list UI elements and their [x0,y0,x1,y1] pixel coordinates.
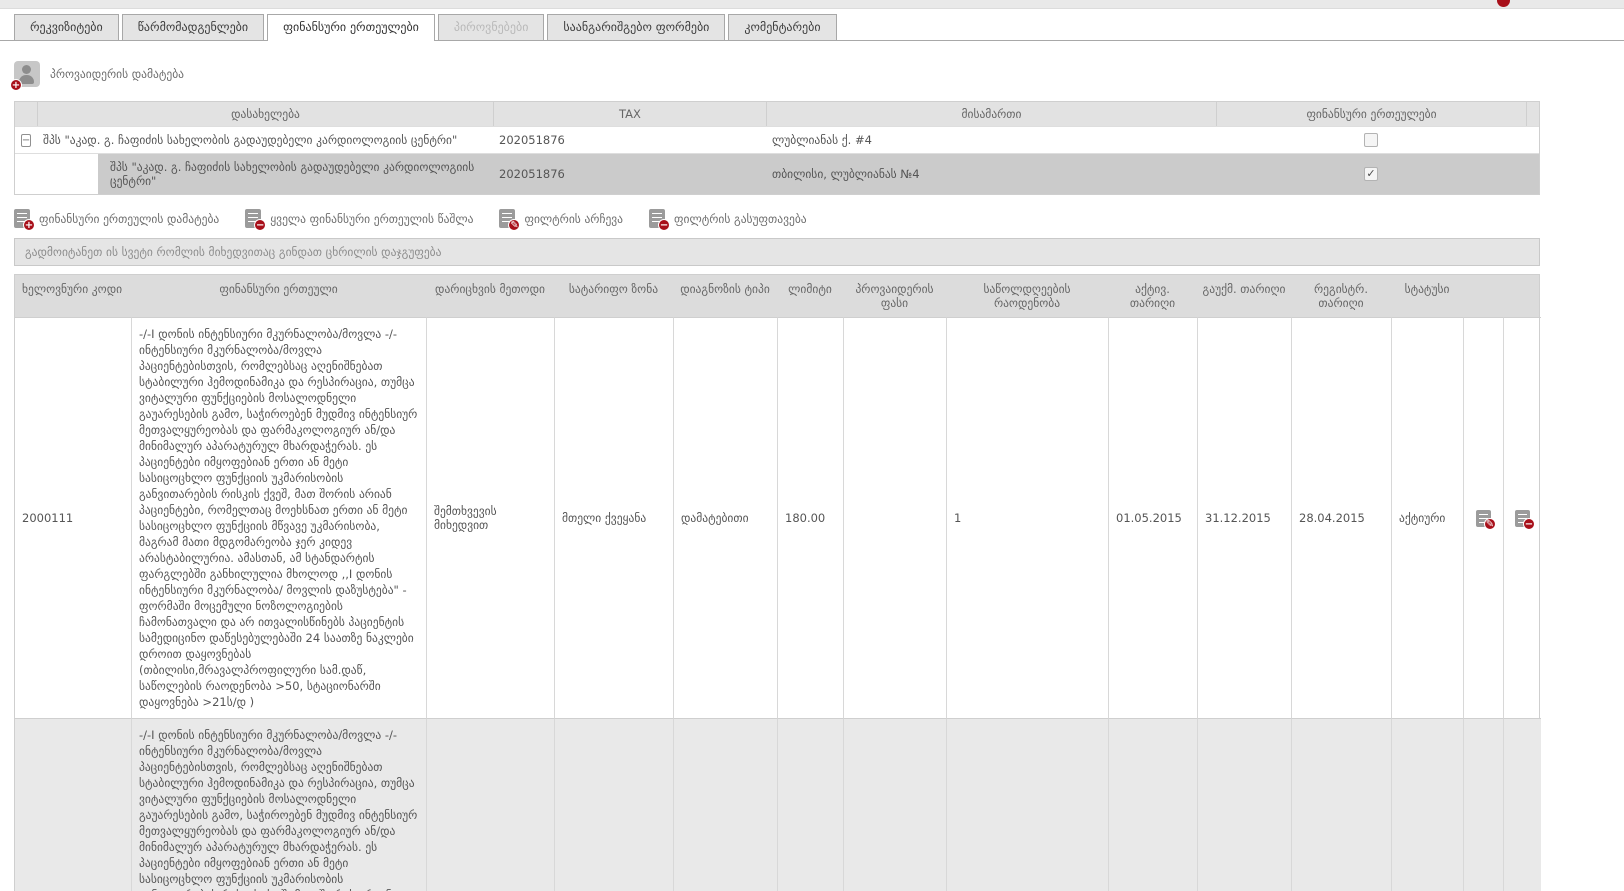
financial-units-table-header: ხელოვნური კოდი ფინანსური ერთეული დარიცხვ… [15,275,1539,317]
cell-bed-days: 1 [946,718,1108,891]
col-header-register-date[interactable]: რეგისტრ. თარიღი [1291,275,1391,317]
provider-name: შპს "აკად. გ. ჩაფიძის სახელობის გადაუდებ… [37,153,493,194]
col-header-address: მისამართი [766,102,1216,126]
provider-subrow[interactable]: შპს "აკად. გ. ჩაფიძის სახელობის გადაუდებ… [15,153,1539,194]
cell-unit: -/-I დონის ინტენსიური მკურნალობა/მოვლა -… [131,317,426,718]
col-header-status[interactable]: სტატუსი [1391,275,1463,317]
cell-provider-price [843,718,946,891]
collapse-icon[interactable]: − [21,134,31,147]
tab-report-forms[interactable]: საანგარიშგებო ფორმები [547,14,725,40]
cell-diagnosis-type: ძირითადი [673,718,777,891]
cell-register-date: 28.04.2015 [1291,317,1391,718]
table-row: 2000111 -/-I დონის ინტენსიური მკურნალობა… [15,317,1539,718]
top-strip [0,0,1624,9]
edit-row-button[interactable]: ✎ [1476,510,1491,527]
delete-row-button[interactable]: − [1515,510,1530,527]
col-header-delete [1503,275,1541,317]
provider-address: თბილისი, ლუბლიანას №4 [766,153,1216,194]
add-provider-button[interactable]: + პროვაიდერის დამატება [14,61,184,87]
pencil-badge-icon: ✎ [1484,518,1496,530]
cell-diagnosis-type: დამატებითი [673,317,777,718]
col-header-diagnosis-type[interactable]: დიაგნოზის ტიპი [673,275,777,317]
minus-badge-icon: − [658,219,670,231]
group-by-drop-zone[interactable]: გადმოიტანეთ ის სვეტი რომლის მიხედვითაც გ… [14,238,1540,266]
col-header-fin-units: ფინანსური ერთეულები [1216,102,1526,126]
choose-filter-button[interactable]: ✎ ფილტრის არჩევა [499,209,623,228]
provider-name: შპს "აკად. გ. ჩაფიძის სახელობის გადაუდებ… [37,126,493,153]
provider-address: ლუბლიანას ქ. #4 [766,126,1216,153]
col-header-name: დასახელება [37,102,493,126]
tab-content: + პროვაიდერის დამატება დასახელება TAX მი… [0,61,1624,891]
provider-row[interactable]: − შპს "აკად. გ. ჩაფიძის სახელობის გადაუდ… [15,126,1539,153]
pencil-badge-icon: ✎ [508,219,520,231]
expand-column-header [15,102,37,126]
tab-bar: რეკვიზიტები წარმომადგენლები ფინანსური ერ… [0,9,1624,41]
col-header-cancel-date[interactable]: გაუქმ. თარიღი [1197,275,1291,317]
table-row: 2000111 -/-I დონის ინტენსიური მკურნალობა… [15,718,1539,891]
add-provider-label: პროვაიდერის დამატება [50,67,184,81]
document-clear-icon: − [649,209,665,228]
provider-table-header: დასახელება TAX მისამართი ფინანსური ერთეუ… [15,102,1539,126]
col-header-unit[interactable]: ფინანსური ერთეული [131,275,426,317]
col-header-method[interactable]: დარიცხვის მეთოდი [426,275,554,317]
tab-representatives[interactable]: წარმომადგენლები [122,14,264,40]
col-header-zone[interactable]: სატარიფო ზონა [554,275,673,317]
clear-filter-button[interactable]: − ფილტრის გასუფთავება [649,209,807,228]
tab-persons: პიროვნებები [438,14,545,40]
fin-units-checkbox[interactable]: ✓ [1364,167,1378,181]
plus-badge-icon: + [10,79,22,91]
col-header-code[interactable]: ხელოვნური კოდი [15,275,131,317]
financial-unit-toolbar: + ფინანსური ერთეულის დამატება − ყველა ფი… [14,209,1624,228]
delete-all-units-button[interactable]: − ყველა ფინანსური ერთეულის წაშლა [245,209,473,228]
col-header-limit[interactable]: ლიმიტი [777,275,843,317]
tab-comments[interactable]: კომენტარები [728,14,836,40]
financial-units-table: ხელოვნური კოდი ფინანსური ერთეული დარიცხვ… [14,274,1540,891]
cell-method: შემთხვევის მიხედვით [426,317,554,718]
col-header-tax: TAX [493,102,766,126]
provider-tax: 202051876 [493,153,766,194]
check-icon: ✓ [1366,168,1375,180]
col-header-activation-date[interactable]: აქტივ. თარიღი [1108,275,1197,317]
add-financial-unit-button[interactable]: + ფინანსური ერთეულის დამატება [14,209,219,228]
minus-badge-icon: − [1523,518,1535,530]
add-provider-icon: + [14,61,40,87]
document-add-icon: + [14,209,30,228]
col-header-bed-days[interactable]: საწოლდღეების რაოდენობა [946,275,1108,317]
cell-bed-days: 1 [946,317,1108,718]
provider-table: დასახელება TAX მისამართი ფინანსური ერთეუ… [14,101,1540,195]
screen: რეკვიზიტები წარმომადგენლები ფინანსური ერ… [0,0,1624,891]
document-edit-icon: ✎ [499,209,515,228]
cell-activation-date: 01.05.2015 [1108,718,1197,891]
cell-method: შემთხვევის მიხედვით [426,718,554,891]
notification-dot-icon[interactable] [1497,0,1510,7]
cell-provider-price [843,317,946,718]
tab-requisites[interactable]: რეკვიზიტები [14,14,119,40]
tab-financial-units[interactable]: ფინანსური ერთეულები [267,14,435,41]
minus-badge-icon: − [254,219,266,231]
cell-limit: 180.00 [777,718,843,891]
document-remove-icon: − [245,209,261,228]
cell-cancel-date: 31.12.2015 [1197,718,1291,891]
provider-tax: 202051876 [493,126,766,153]
cell-unit: -/-I დონის ინტენსიური მკურნალობა/მოვლა -… [131,718,426,891]
col-header-edit [1463,275,1503,317]
fin-units-checkbox[interactable]: ✓ [1364,133,1378,147]
cell-status: აქტიური [1391,317,1463,718]
col-header-provider-price[interactable]: პროვაიდერის ფასი [843,275,946,317]
cell-register-date: 28.04.2015 [1291,718,1391,891]
cell-code: 2000111 [15,317,131,718]
cell-cancel-date: 31.12.2015 [1197,317,1291,718]
cell-activation-date: 01.05.2015 [1108,317,1197,718]
plus-badge-icon: + [23,219,35,231]
cell-zone: მთელი ქვეყანა [554,317,673,718]
cell-zone: მთელი ქვეყანა [554,718,673,891]
cell-code: 2000111 [15,718,131,891]
cell-status: აქტიური [1391,718,1463,891]
cell-limit: 180.00 [777,317,843,718]
